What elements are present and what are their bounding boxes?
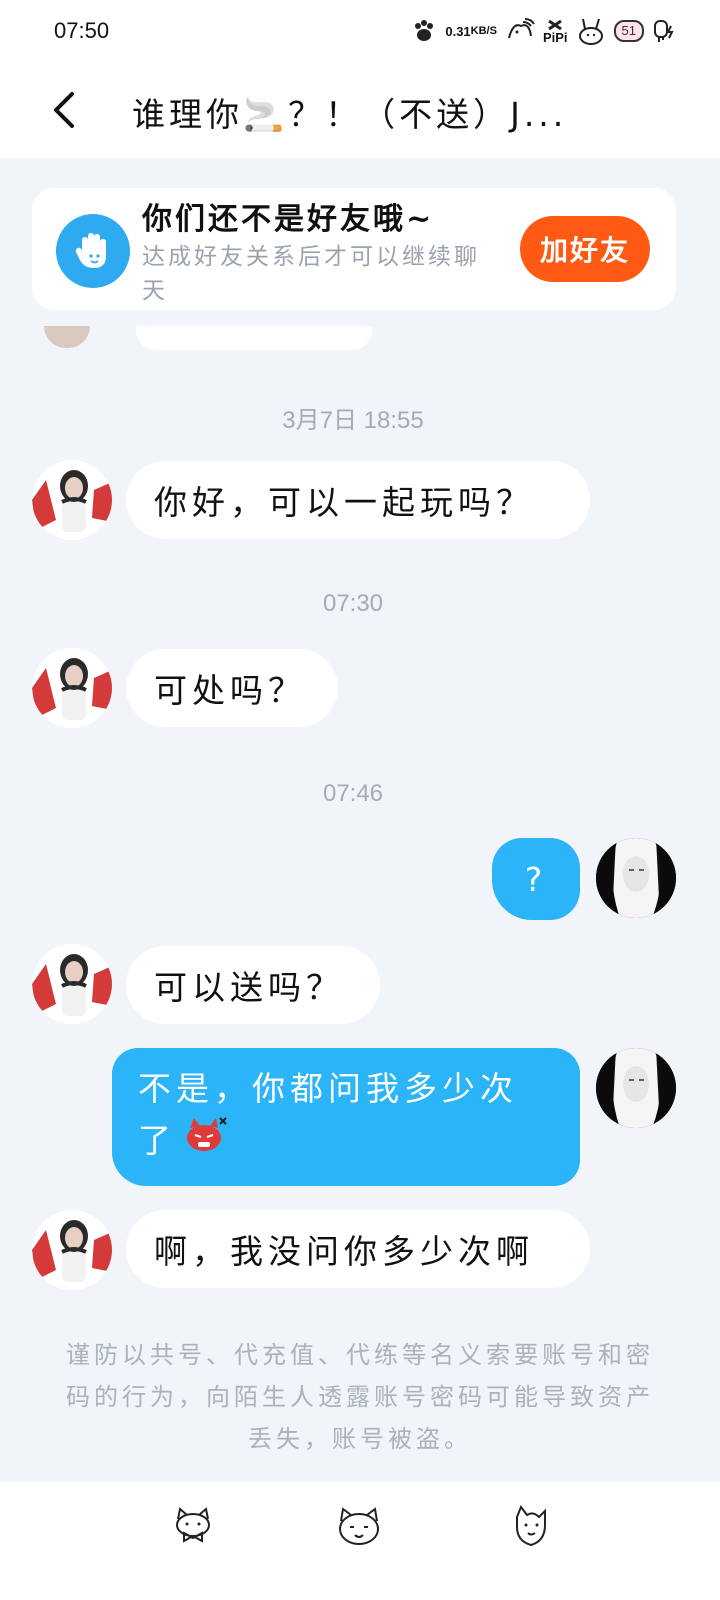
status-time: 07:50 [54,18,110,43]
message-bubble [136,326,372,350]
add-friend-banner: 你们还不是好友哦~ 达成好友关系后才可以继续聊天 加好友 [32,188,676,310]
angry-sticker-icon [184,1114,230,1168]
contact-avatar[interactable] [32,460,112,540]
pipi-icon: PiPi [543,19,568,44]
message-timestamp: 07:46 [322,780,384,807]
message-bubble-incoming[interactable]: 你好，可以一起玩吗？ [126,461,590,539]
safety-notice: 谨防以共号、代充值、代练等名义索要账号和密码的行为，向陌生人透露账号密码可能导致… [66,1341,654,1453]
message-bubble-outgoing[interactable]: 不是，你都问我多少次 了 [112,1048,580,1186]
contact-avatar[interactable] [32,1210,112,1290]
message-bubble-outgoing[interactable]: ? [492,838,580,920]
my-avatar[interactable] [596,838,676,918]
chevron-left-icon [54,92,74,128]
back-button[interactable] [44,86,84,134]
hand-wave-icon [56,214,130,288]
battery-icon: 51 [613,20,644,42]
page-title: 谁理你🚬？！（不送）J... [132,95,568,134]
banner-title: 你们还不是好友哦~ [142,202,435,237]
status-icons: 0.31 KB/S PiPi 51 [411,14,676,48]
add-friend-button[interactable]: 加好友 [520,216,650,282]
cat-fox-icon[interactable] [506,1504,556,1550]
charging-icon [652,18,676,44]
my-avatar[interactable] [596,1048,676,1128]
message-timestamp: 07:30 [322,590,384,617]
chat-header: 谁理你🚬？！（不送）J... [0,62,720,158]
message-bubble-incoming[interactable]: 啊，我没问你多少次啊 [126,1210,590,1288]
message-text-line: 了 [138,1121,176,1160]
bunny-icon [576,16,606,46]
cat-bow-icon[interactable] [168,1504,218,1550]
contact-avatar[interactable] [32,944,112,1024]
status-bar: 07:50 0.31 KB/S PiPi 51 [0,0,720,62]
banner-description: 达成好友关系后才可以继续聊天 [142,244,480,304]
message-bubble-incoming[interactable]: 可以送吗？ [126,946,380,1024]
message-text-line: 不是，你都问我多少次 [138,1069,518,1108]
wifi-cat-icon [505,18,535,44]
message-timestamp: 3月7日 18:55 [282,407,424,434]
paw-icon [411,18,437,44]
contact-avatar[interactable] [32,648,112,728]
net-speed: 0.31 KB/S [445,23,497,39]
avatar [44,326,90,348]
message-bubble-incoming[interactable]: 可处吗？ [126,649,338,727]
cat-face-icon[interactable] [334,1504,384,1550]
bottom-toolbar [0,1482,720,1600]
